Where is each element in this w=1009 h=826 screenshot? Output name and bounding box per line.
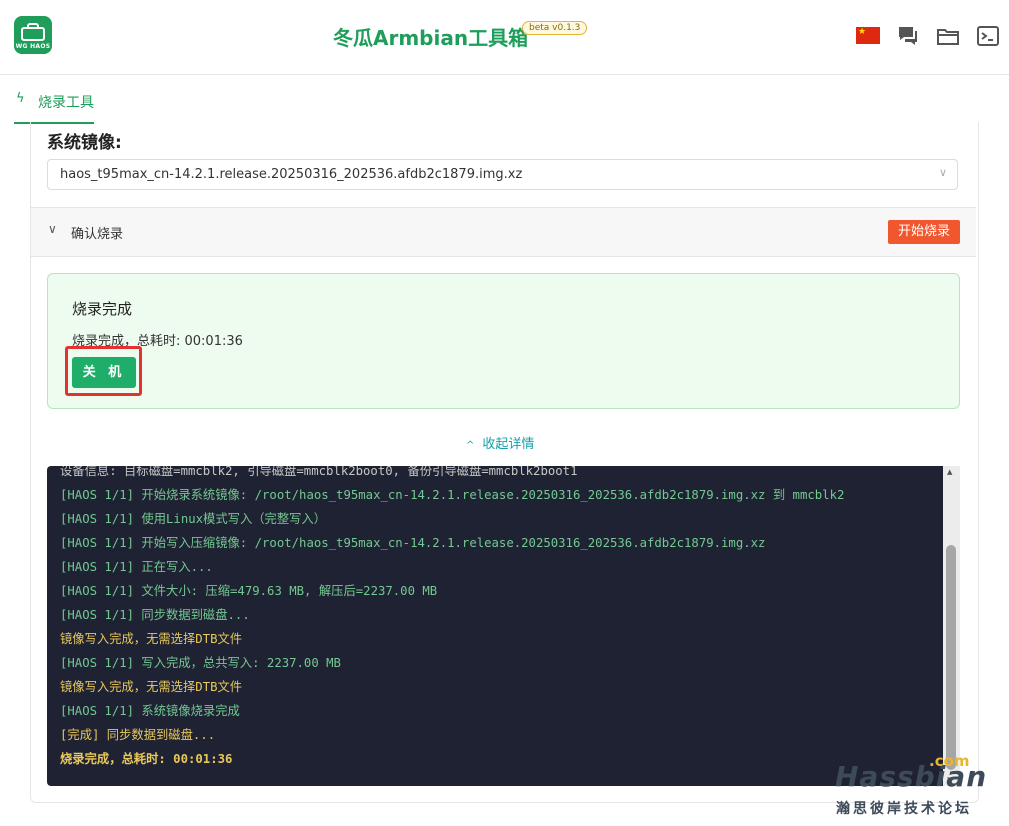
app-title: 冬瓜Armbian工具箱 (333, 26, 529, 50)
toolbox-icon (21, 27, 45, 41)
confirm-burn-label: 确认烧录 (71, 227, 124, 242)
log-line: [HAOS 1/1] 写入完成，总共写入: 2237.00 MB (60, 656, 341, 670)
scroll-up-arrow-icon[interactable]: ▲ (947, 468, 952, 476)
log-line: 烧录完成，总耗时: 00:01:36 (60, 752, 233, 766)
log-line: 镜像写入完成，无需选择DTB文件 (60, 632, 243, 646)
log-line: 设备信息: 目标磁盘=mmcblk2, 引导磁盘=mmcblk2boot0, 备… (60, 466, 578, 478)
log-line: [HAOS 1/1] 文件大小: 压缩=479.63 MB, 解压后=2237.… (60, 584, 438, 598)
lightning-icon: ϟ (16, 91, 25, 106)
confirm-burn-collapse[interactable]: ∨ 确认烧录 (31, 207, 976, 257)
log-line: 镜像写入完成，无需选择DTB文件 (60, 680, 243, 694)
app-logo: WG HAOS (14, 16, 52, 54)
log-line: [HAOS 1/1] 同步数据到磁盘... (60, 608, 250, 622)
start-burn-button[interactable]: 开始烧录 (888, 220, 960, 244)
success-alert: 烧录完成 烧录完成，总耗时: 00:01:36 (47, 273, 960, 409)
tab-burn-tool[interactable]: ϟ 烧录工具 (14, 88, 94, 124)
log-terminal: 设备信息: 目标磁盘=mmcblk2, 引导磁盘=mmcblk2boot0, 备… (47, 466, 960, 786)
chat-icon[interactable] (896, 24, 920, 48)
log-line: [HAOS 1/1] 正在写入... (60, 560, 213, 574)
system-image-select[interactable]: haos_t95max_cn-14.2.1.release.20250316_2… (47, 159, 958, 190)
terminal-icon[interactable] (976, 24, 1000, 48)
watermark-domain: .com (929, 752, 970, 770)
collapse-label: 收起详情 (482, 437, 535, 452)
chevron-down-icon: ∨ (48, 222, 57, 236)
version-badge: beta v0.1.3 (522, 21, 588, 35)
log-line: [HAOS 1/1] 开始写入压缩镜像: /root/haos_t95max_c… (60, 536, 766, 550)
log-line: [HAOS 1/1] 使用Linux模式写入（完整写入） (60, 512, 327, 526)
app-header: WG HAOS 冬瓜Armbian工具箱 beta v0.1.3 ★ (0, 0, 1009, 75)
logo-text: WG HAOS (15, 43, 51, 50)
scrollbar-thumb[interactable] (946, 545, 956, 770)
collapse-details-link[interactable]: ^ 收起详情 (466, 433, 534, 452)
chevron-up-icon: ^ (466, 440, 475, 451)
china-flag-icon[interactable]: ★ (856, 27, 880, 44)
shutdown-button[interactable]: 关 机 (72, 357, 136, 388)
folder-icon[interactable] (936, 24, 960, 48)
log-lines: 设备信息: 目标磁盘=mmcblk2, 引导磁盘=mmcblk2boot0, 备… (60, 466, 844, 771)
selected-image: haos_t95max_cn-14.2.1.release.20250316_2… (60, 167, 523, 182)
success-title: 烧录完成 (72, 300, 133, 318)
log-line: [HAOS 1/1] 系统镜像烧录完成 (60, 704, 240, 718)
log-line: [HAOS 1/1] 开始烧录系统镜像: /root/haos_t95max_c… (60, 488, 845, 502)
log-line: [完成] 同步数据到磁盘... (60, 728, 216, 742)
system-image-label: 系统镜像: (47, 133, 122, 153)
tab-label: 烧录工具 (38, 95, 94, 111)
chevron-down-icon: ∨ (938, 166, 947, 179)
watermark-subtitle: 瀚思彼岸技术论坛 (836, 801, 972, 817)
